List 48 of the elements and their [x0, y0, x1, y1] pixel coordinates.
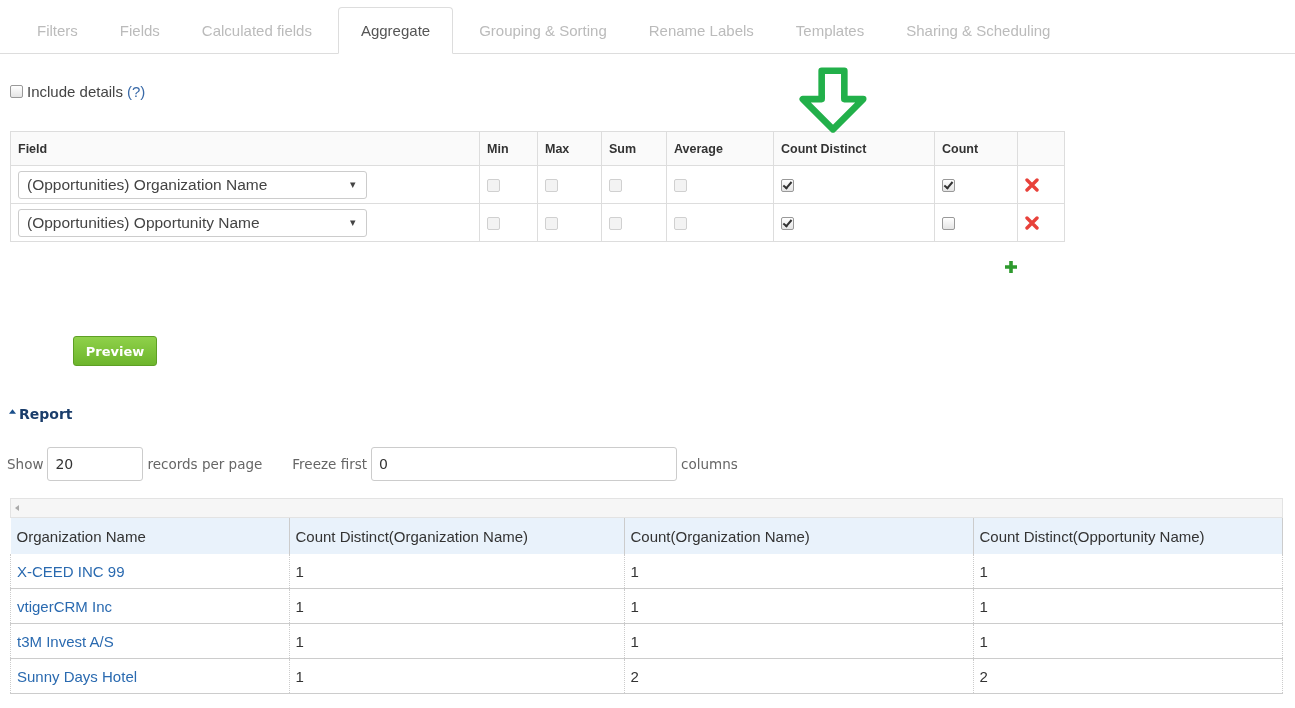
help-link[interactable]: (?) [126, 83, 146, 100]
table-cell: 1 [295, 597, 304, 615]
table-cell: 1 [630, 632, 639, 650]
report-title[interactable]: Report [19, 406, 73, 422]
column-header: Average [666, 131, 774, 166]
table-cell: 1 [630, 562, 639, 580]
table-cell: 1 [295, 562, 304, 580]
checkbox[interactable] [942, 217, 955, 231]
collapse-icon[interactable] [9, 409, 16, 414]
freeze-columns-field[interactable]: 0 [371, 447, 678, 481]
table-cell: 1 [979, 597, 988, 615]
delete-icon[interactable] [1025, 177, 1039, 192]
show-label: Show [7, 456, 44, 472]
organization-link[interactable]: t3M Invest A/S [17, 632, 114, 650]
column-header: Count [934, 131, 1018, 166]
field-dropdown[interactable]: (Opportunities) Opportunity Name ▾ [18, 208, 367, 237]
freeze-label: Freeze first [292, 456, 368, 472]
field-dropdown[interactable]: (Opportunities) Organization Name ▾ [18, 170, 367, 199]
checkbox-label: Include details [27, 83, 123, 100]
column-header: Sum [601, 131, 667, 166]
organization-link[interactable]: X-CEED INC 99 [17, 562, 125, 580]
page-size-field[interactable]: 20 [47, 447, 144, 481]
column-header: Count(Organization Name) [624, 518, 973, 554]
table-cell: 1 [295, 632, 304, 650]
table-cell: 1 [630, 597, 639, 615]
table-cell: 2 [630, 667, 639, 685]
table-cell: 2 [979, 667, 988, 685]
checkbox[interactable] [781, 179, 794, 193]
scroll-left-icon[interactable] [15, 505, 19, 511]
delete-icon[interactable] [1025, 215, 1039, 230]
tab[interactable]: Aggregate [337, 7, 454, 54]
column-header: Count Distinct [773, 131, 935, 166]
columns-label: columns [681, 456, 738, 472]
column-header: Count Distinct(Opportunity Name) [973, 518, 1283, 554]
table-cell: 1 [295, 667, 304, 685]
checkbox[interactable] [10, 85, 23, 98]
column-header: Field [10, 131, 480, 166]
column-header: Min [479, 131, 538, 166]
records-label: records per page [147, 456, 263, 472]
table-cell: 1 [979, 632, 988, 650]
table-cell: 1 [979, 562, 988, 580]
checkbox[interactable] [942, 179, 955, 193]
column-header: Organization Name [10, 518, 289, 554]
checkbox[interactable] [781, 217, 794, 231]
organization-link[interactable]: vtigerCRM Inc [17, 597, 113, 615]
add-icon[interactable] [1004, 260, 1018, 274]
column-header: Count Distinct(Organization Name) [289, 518, 624, 554]
column-header: Max [537, 131, 602, 166]
